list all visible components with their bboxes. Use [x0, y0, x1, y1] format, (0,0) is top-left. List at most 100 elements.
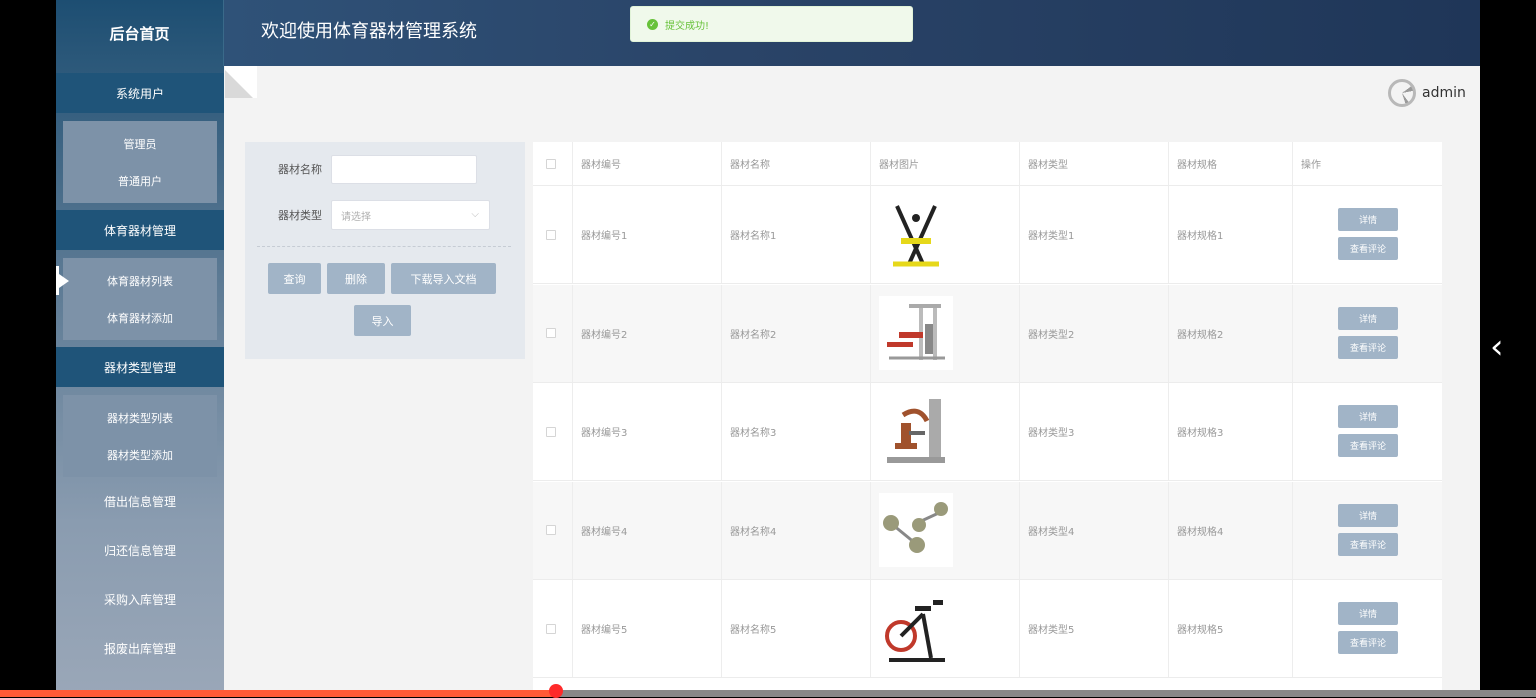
name-label: 器材名称: [278, 163, 322, 176]
cell-image: [871, 481, 1020, 579]
cell-image: [871, 284, 1020, 382]
row-actions: 详情 查看评论: [1338, 503, 1398, 562]
sidebar-submenu-equipment: 体育器材列表 体育器材添加: [56, 258, 217, 340]
sidebar-item-purchase[interactable]: 采购入库管理: [56, 575, 224, 624]
sidebar-group-equipment-type[interactable]: 器材类型管理: [56, 347, 224, 387]
cell-spec: 器材规格2: [1169, 284, 1293, 382]
type-field-row: 器材类型 请选择 ⌵: [245, 200, 490, 230]
page-title: 欢迎使用体育器材管理系统: [261, 21, 477, 42]
page-fold-corner: [225, 66, 257, 98]
name-field-row: 器材名称: [245, 154, 477, 184]
row-actions: 详情 查看评论: [1338, 208, 1398, 266]
search-panel: 器材名称 器材类型 请选择 ⌵ 查询 删除 下载导入文档 导入: [245, 142, 525, 359]
sidebar-item-users[interactable]: 普通用户: [63, 162, 217, 199]
query-button[interactable]: 查询: [268, 263, 321, 294]
row-checkbox-cell: [533, 284, 573, 382]
detail-button[interactable]: 详情: [1338, 405, 1398, 428]
detail-button[interactable]: 详情: [1338, 306, 1398, 330]
cell-code: 器材编号5: [573, 580, 722, 677]
row-checkbox-cell: [533, 481, 573, 579]
sidebar-group-system-users[interactable]: 系统用户: [56, 73, 224, 113]
view-comments-button[interactable]: 查看评论: [1338, 434, 1398, 457]
cell-type: 器材类型2: [1020, 284, 1169, 382]
cell-name: 器材名称5: [722, 580, 871, 677]
chevron-down-icon: ⌵: [471, 209, 479, 220]
sidebar-submenu-equipment-type: 器材类型列表 器材类型添加: [63, 395, 217, 477]
check-icon: ✓: [647, 18, 658, 30]
table-row: 器材编号2 器材名称2 器材类型2 器材规格2 详情查看评论: [533, 284, 1442, 383]
sidebar-group-equipment[interactable]: 体育器材管理: [56, 210, 224, 250]
delete-button[interactable]: 删除: [327, 263, 385, 294]
row-checkbox-cell: [533, 580, 573, 677]
chevron-left-icon[interactable]: ‹: [1490, 330, 1504, 364]
cell-spec: 器材规格5: [1169, 580, 1293, 677]
sidebar-item-type-add[interactable]: 器材类型添加: [63, 436, 217, 473]
equipment-image: [879, 197, 953, 272]
view-comments-button[interactable]: 查看评论: [1338, 532, 1398, 556]
download-template-button[interactable]: 下载导入文档: [391, 263, 496, 294]
sidebar-item-equipment-list[interactable]: 体育器材列表: [56, 262, 217, 299]
cell-name: 器材名称1: [722, 186, 871, 283]
row-checkbox[interactable]: [546, 426, 556, 437]
table-row: 器材编号1 器材名称1 器材类型1 器材规格1 详情 查看评论: [533, 186, 1442, 284]
cell-spec: 器材规格3: [1169, 383, 1293, 480]
row-actions: 详情 查看评论: [1338, 405, 1398, 463]
sidebar: 后台首页 系统用户 管理员 普通用户 体育器材管理 体育器材列表 体育器材添加 …: [56, 0, 224, 697]
cell-type: 器材类型5: [1020, 580, 1169, 677]
equipment-image: [879, 394, 953, 469]
divider: [257, 246, 511, 247]
sidebar-submenu-system-users: 管理员 普通用户: [63, 121, 217, 203]
row-checkbox[interactable]: [546, 525, 556, 535]
cell-code: 器材编号1: [573, 186, 722, 283]
detail-button[interactable]: 详情: [1338, 208, 1398, 231]
cell-type: 器材类型3: [1020, 383, 1169, 480]
equipment-image: [879, 591, 953, 666]
row-checkbox[interactable]: [546, 328, 556, 338]
sidebar-item-equipment-add[interactable]: 体育器材添加: [63, 299, 217, 336]
detail-button[interactable]: 详情: [1338, 602, 1398, 625]
header-spec: 器材规格: [1169, 142, 1293, 185]
table-row: 器材编号5 器材名称5 器材类型5 器材规格5 详情查看评论: [533, 580, 1442, 678]
view-comments-button[interactable]: 查看评论: [1338, 631, 1398, 654]
video-progress-bar[interactable]: [0, 684, 1536, 698]
app-window: 后台首页 系统用户 管理员 普通用户 体育器材管理 体育器材列表 体育器材添加 …: [56, 0, 1480, 697]
progress-knob[interactable]: [549, 684, 564, 698]
header-image: 器材图片: [871, 142, 1020, 185]
header-actions: 操作: [1301, 160, 1321, 171]
table-row: 器材编号3 器材名称3 器材类型3 器材规格3 详情查看评论: [533, 383, 1442, 481]
sidebar-item-scrap[interactable]: 报废出库管理: [56, 624, 224, 673]
view-comments-button[interactable]: 查看评论: [1338, 335, 1398, 359]
view-comments-button[interactable]: 查看评论: [1338, 237, 1398, 260]
success-toast: ✓ 提交成功!: [630, 6, 913, 42]
equipment-table: 器材编号 器材名称 器材图片 器材类型 器材规格 操作 器材编号1 器材名称1 器材…: [533, 142, 1442, 697]
detail-button[interactable]: 详情: [1338, 503, 1398, 527]
avatar: [1388, 79, 1416, 107]
cell-image: [871, 383, 1020, 480]
row-checkbox-cell: [533, 383, 573, 480]
sidebar-home[interactable]: 后台首页: [56, 0, 224, 66]
sidebar-item-type-list[interactable]: 器材类型列表: [63, 399, 217, 436]
row-checkbox-cell: [533, 186, 573, 283]
cell-spec: 器材规格1: [1169, 186, 1293, 283]
cell-code: 器材编号3: [573, 383, 722, 480]
sidebar-item-admins[interactable]: 管理员: [63, 125, 217, 162]
row-actions: 详情 查看评论: [1338, 306, 1398, 365]
select-all-checkbox[interactable]: [546, 158, 556, 169]
row-actions: 详情 查看评论: [1338, 602, 1398, 660]
cell-code: 器材编号2: [573, 284, 722, 382]
sidebar-item-lend[interactable]: 借出信息管理: [56, 477, 224, 526]
row-checkbox[interactable]: [546, 623, 556, 634]
type-select-placeholder: 请选择: [341, 211, 371, 223]
name-input[interactable]: [331, 154, 477, 184]
row-checkbox[interactable]: [546, 229, 556, 240]
cell-code: 器材编号4: [573, 481, 722, 579]
equipment-image: [879, 493, 953, 567]
cell-name: 器材名称2: [722, 284, 871, 382]
header-type: 器材类型: [1020, 142, 1169, 185]
cell-name: 器材名称3: [722, 383, 871, 480]
type-select[interactable]: 请选择 ⌵: [331, 200, 490, 230]
header-name: 器材名称: [722, 142, 871, 185]
sidebar-item-return[interactable]: 归还信息管理: [56, 526, 224, 575]
import-button[interactable]: 导入: [354, 305, 411, 336]
user-menu[interactable]: admin: [1388, 78, 1480, 108]
